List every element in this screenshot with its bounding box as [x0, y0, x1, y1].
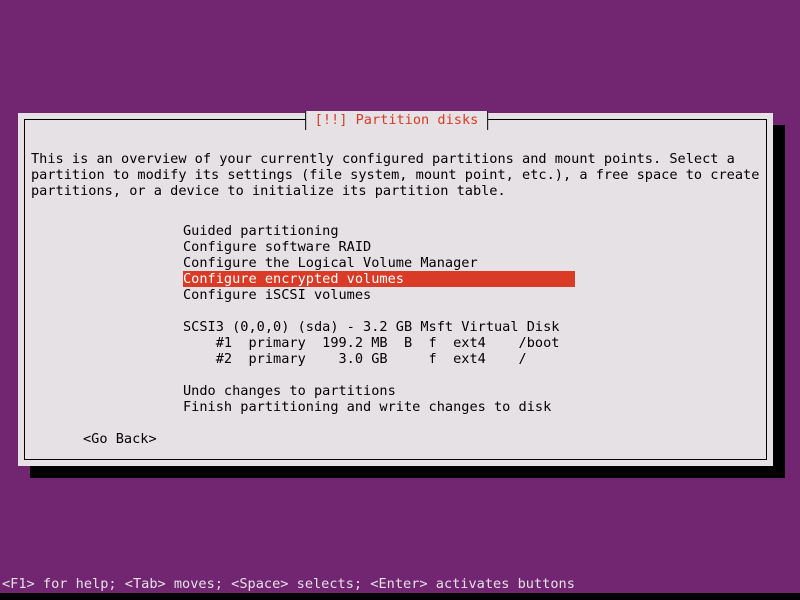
- bottom-black-strip: [0, 593, 800, 600]
- menu-item-undo-changes[interactable]: Undo changes to partitions: [183, 383, 396, 399]
- description-line-3: partitions, or a device to initialize it…: [31, 183, 506, 199]
- menu-item-configure-encrypted-volumes[interactable]: Configure encrypted volumes: [183, 271, 575, 287]
- menu-item-guided-partitioning[interactable]: Guided partitioning: [183, 223, 339, 239]
- description-line-1: This is an overview of your currently co…: [31, 151, 735, 167]
- partition-row[interactable]: #1 primary 199.2 MB B f ext4 /boot: [183, 335, 560, 351]
- menu-item-configure-lvm[interactable]: Configure the Logical Volume Manager: [183, 255, 478, 271]
- disk-header[interactable]: SCSI3 (0,0,0) (sda) - 3.2 GB Msft Virtua…: [183, 319, 559, 335]
- description-line-2: partition to modify its settings (file s…: [31, 167, 760, 183]
- go-back-button[interactable]: <Go Back>: [83, 431, 157, 447]
- dialog-content: This is an overview of your currently co…: [25, 120, 768, 461]
- help-bar: <F1> for help; <Tab> moves; <Space> sele…: [0, 576, 800, 593]
- menu-item-configure-software-raid[interactable]: Configure software RAID: [183, 239, 371, 255]
- dialog-inner-frame: [!!] Partition disks This is an overview…: [24, 111, 768, 461]
- menu-item-configure-iscsi-volumes[interactable]: Configure iSCSI volumes: [183, 287, 371, 303]
- partition-row[interactable]: #2 primary 3.0 GB f ext4 /: [183, 351, 527, 367]
- menu-item-finish-partitioning[interactable]: Finish partitioning and write changes to…: [183, 399, 551, 415]
- partition-disks-dialog: [!!] Partition disks This is an overview…: [18, 111, 773, 466]
- installer-screen: [!!] Partition disks This is an overview…: [0, 0, 800, 600]
